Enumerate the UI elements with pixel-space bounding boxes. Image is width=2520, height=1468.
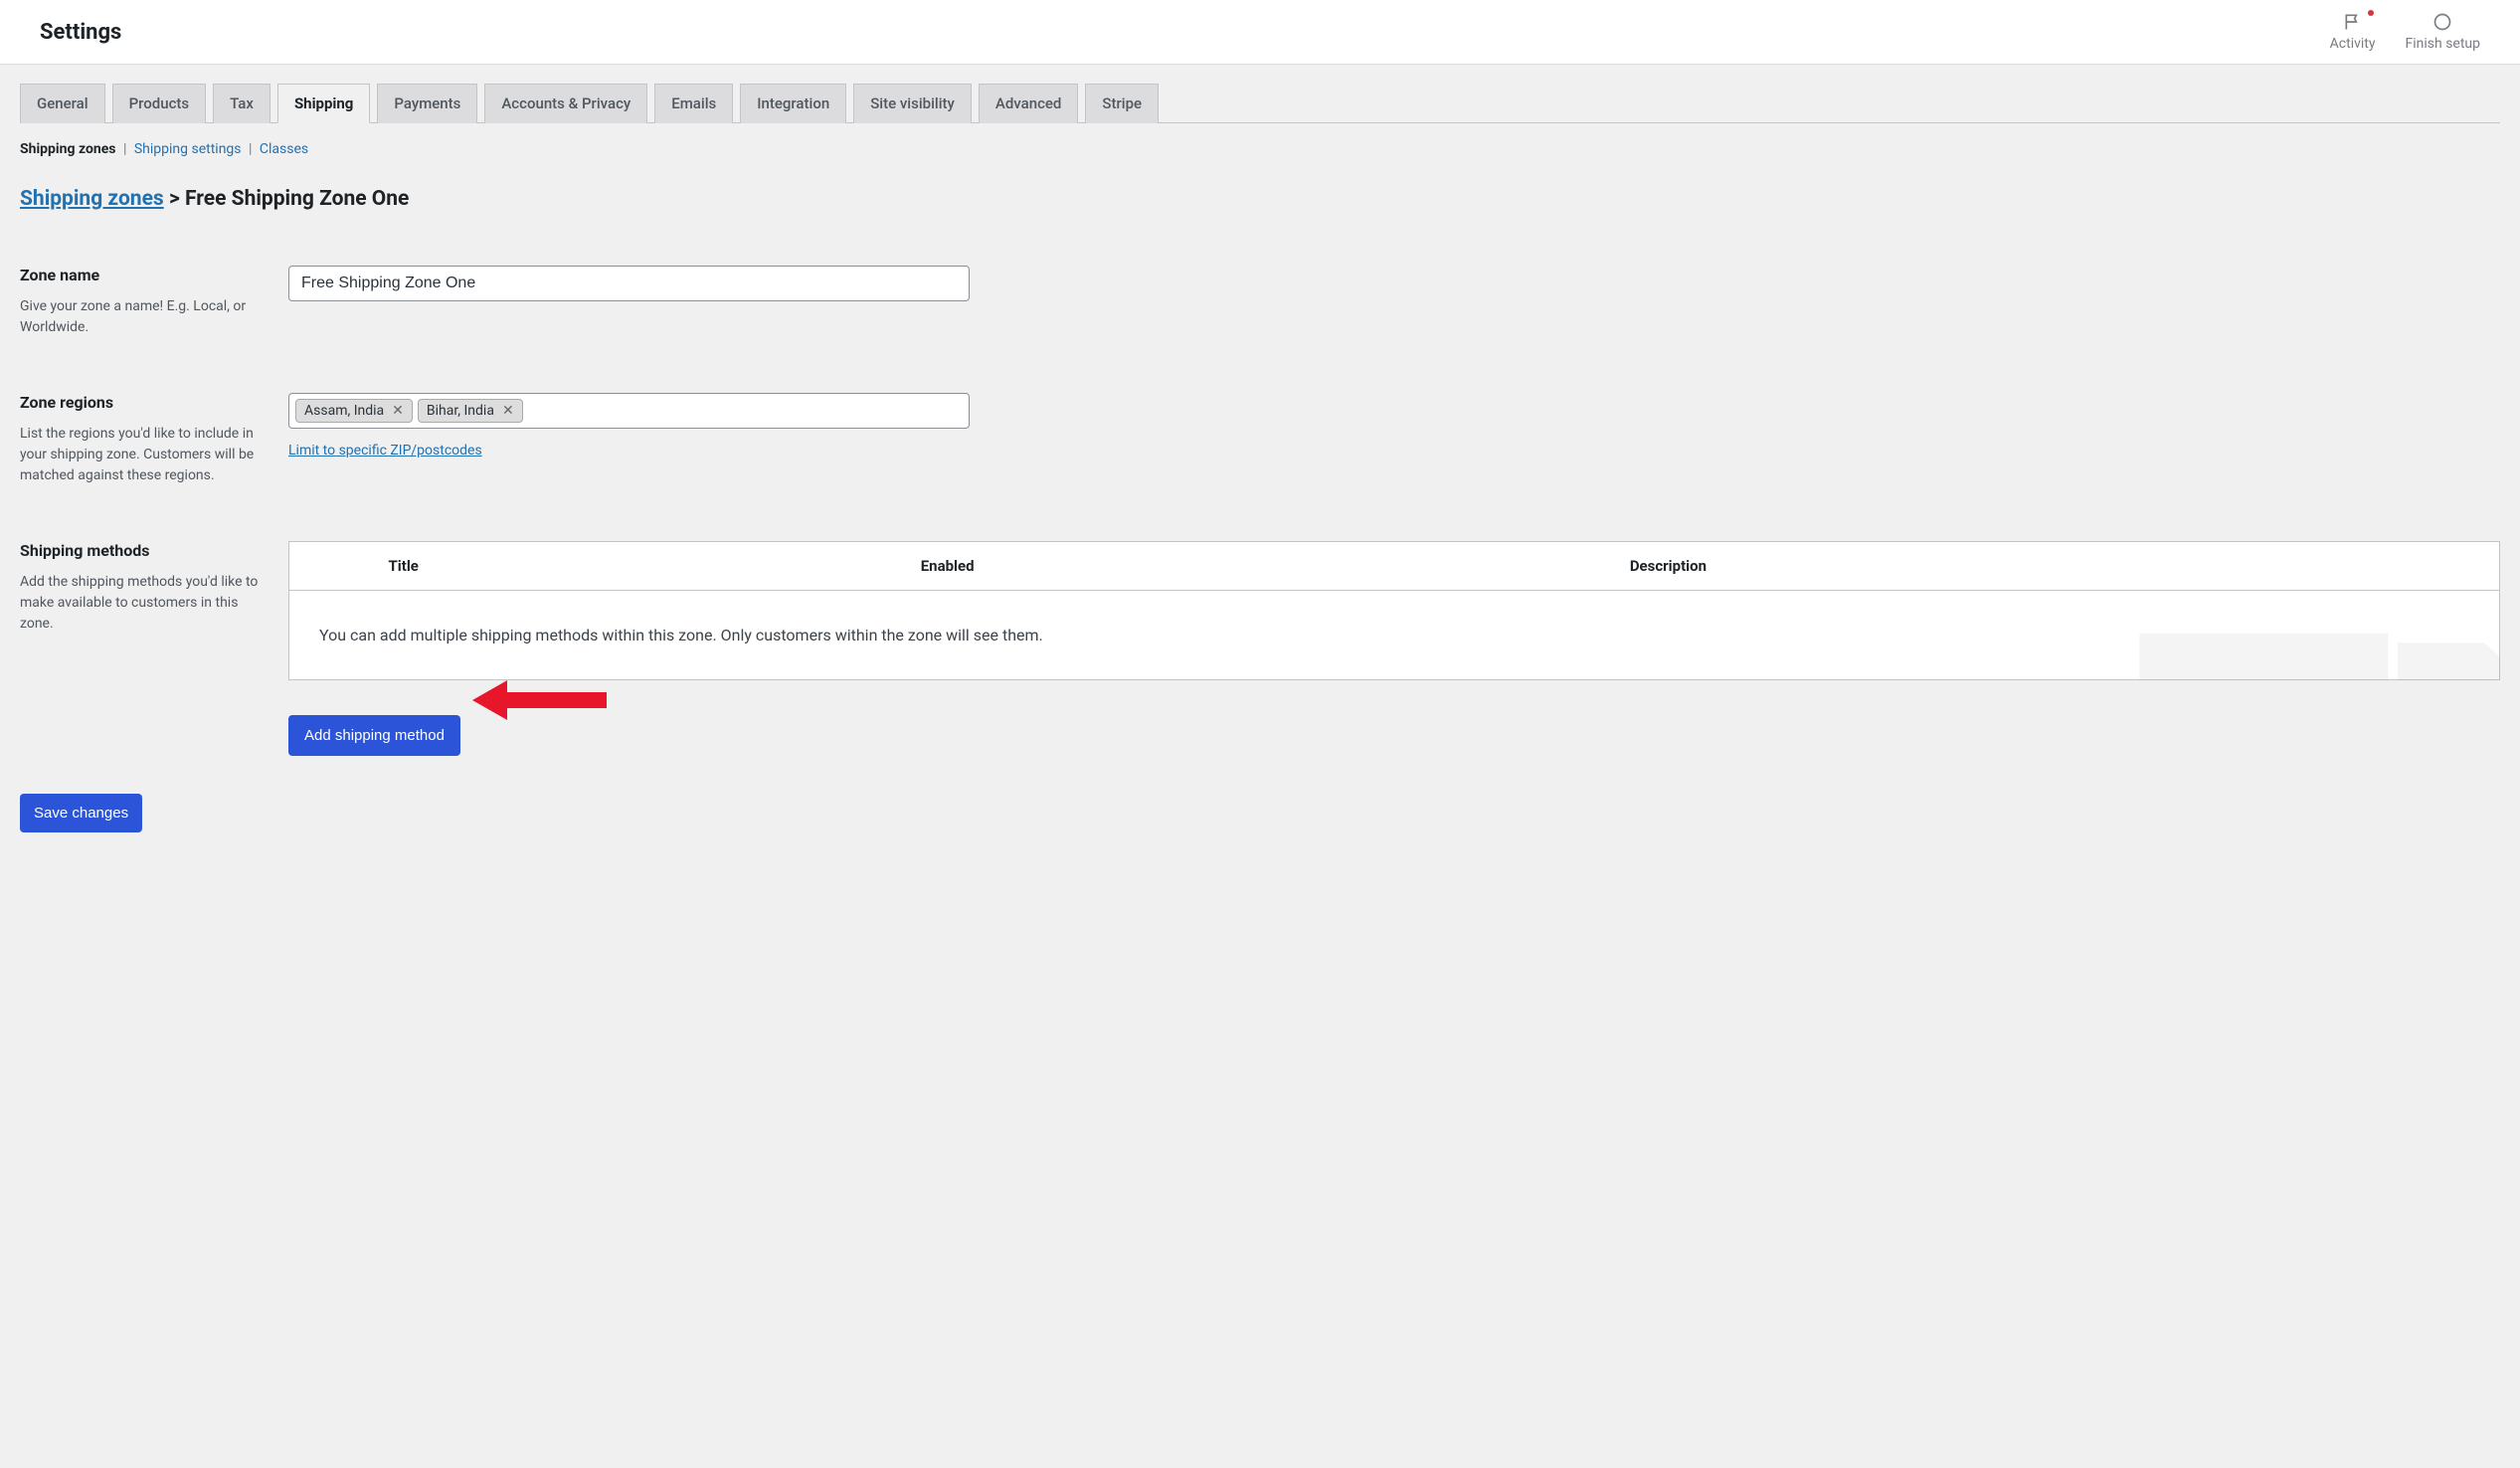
tab-accounts-privacy[interactable]: Accounts & Privacy — [484, 84, 647, 123]
table-header-description: Description — [1610, 542, 2500, 591]
page-title: Settings — [40, 20, 121, 45]
tab-tax[interactable]: Tax — [213, 84, 270, 123]
tab-site-visibility[interactable]: Site visibility — [853, 84, 972, 123]
empty-state-text: You can add multiple shipping methods wi… — [319, 626, 1043, 644]
region-tag: Bihar, India ✕ — [418, 399, 523, 423]
tab-payments[interactable]: Payments — [377, 84, 477, 123]
circle-icon — [2432, 12, 2452, 32]
shipping-methods-label: Shipping methods — [20, 541, 269, 560]
zone-regions-label: Zone regions — [20, 393, 269, 412]
add-shipping-method-button[interactable]: Add shipping method — [288, 715, 460, 756]
subtab-shipping-settings[interactable]: Shipping settings — [134, 141, 242, 157]
limit-postcodes-link[interactable]: Limit to specific ZIP/postcodes — [288, 443, 482, 459]
shipping-methods-table: Title Enabled Description You can add mu… — [288, 541, 2500, 680]
arrow-annotation-icon — [472, 675, 612, 725]
breadcrumb: Shipping zones > Free Shipping Zone One — [20, 187, 2500, 211]
breadcrumb-current: Free Shipping Zone One — [185, 187, 409, 211]
region-tag-label: Assam, India — [304, 403, 384, 419]
zone-name-label: Zone name — [20, 266, 269, 284]
separator: | — [249, 141, 252, 157]
breadcrumb-shipping-zones-link[interactable]: Shipping zones — [20, 187, 164, 211]
tab-products[interactable]: Products — [112, 84, 207, 123]
shipping-methods-desc: Add the shipping methods you'd like to m… — [20, 572, 269, 635]
table-header-title: Title — [369, 542, 901, 591]
tab-emails[interactable]: Emails — [654, 84, 733, 123]
subtab-classes[interactable]: Classes — [260, 141, 308, 157]
zone-regions-input[interactable]: Assam, India ✕ Bihar, India ✕ — [288, 393, 970, 429]
shipping-subtabs: Shipping zones | Shipping settings | Cla… — [20, 141, 2500, 157]
finish-setup-button[interactable]: Finish setup — [2406, 12, 2481, 52]
activity-button[interactable]: Activity — [2330, 12, 2376, 52]
tab-integration[interactable]: Integration — [740, 84, 846, 123]
flag-icon — [2343, 12, 2363, 32]
notification-dot-icon — [2368, 10, 2374, 16]
close-icon[interactable]: ✕ — [392, 404, 404, 418]
subtab-shipping-zones[interactable]: Shipping zones — [20, 141, 115, 157]
table-empty-cell: You can add multiple shipping methods wi… — [289, 591, 2500, 680]
tab-advanced[interactable]: Advanced — [979, 84, 1078, 123]
separator: | — [123, 141, 126, 157]
close-icon[interactable]: ✕ — [502, 404, 514, 418]
settings-tabs: General Products Tax Shipping Payments A… — [20, 83, 2500, 123]
table-empty-row: You can add multiple shipping methods wi… — [289, 591, 2500, 680]
save-changes-button[interactable]: Save changes — [20, 794, 142, 832]
region-tag-label: Bihar, India — [427, 403, 494, 419]
finish-setup-label: Finish setup — [2406, 36, 2481, 52]
table-header-blank — [289, 542, 369, 591]
table-header-row: Title Enabled Description — [289, 542, 2500, 591]
tab-general[interactable]: General — [20, 84, 105, 123]
zone-name-desc: Give your zone a name! E.g. Local, or Wo… — [20, 296, 269, 338]
zone-name-input[interactable] — [288, 266, 970, 301]
activity-label: Activity — [2330, 36, 2376, 52]
zone-regions-desc: List the regions you'd like to include i… — [20, 424, 269, 486]
region-tag: Assam, India ✕ — [295, 399, 413, 423]
breadcrumb-separator: > — [169, 187, 185, 211]
tab-shipping[interactable]: Shipping — [277, 84, 370, 123]
table-header-enabled: Enabled — [901, 542, 1610, 591]
tab-stripe[interactable]: Stripe — [1085, 84, 1159, 123]
